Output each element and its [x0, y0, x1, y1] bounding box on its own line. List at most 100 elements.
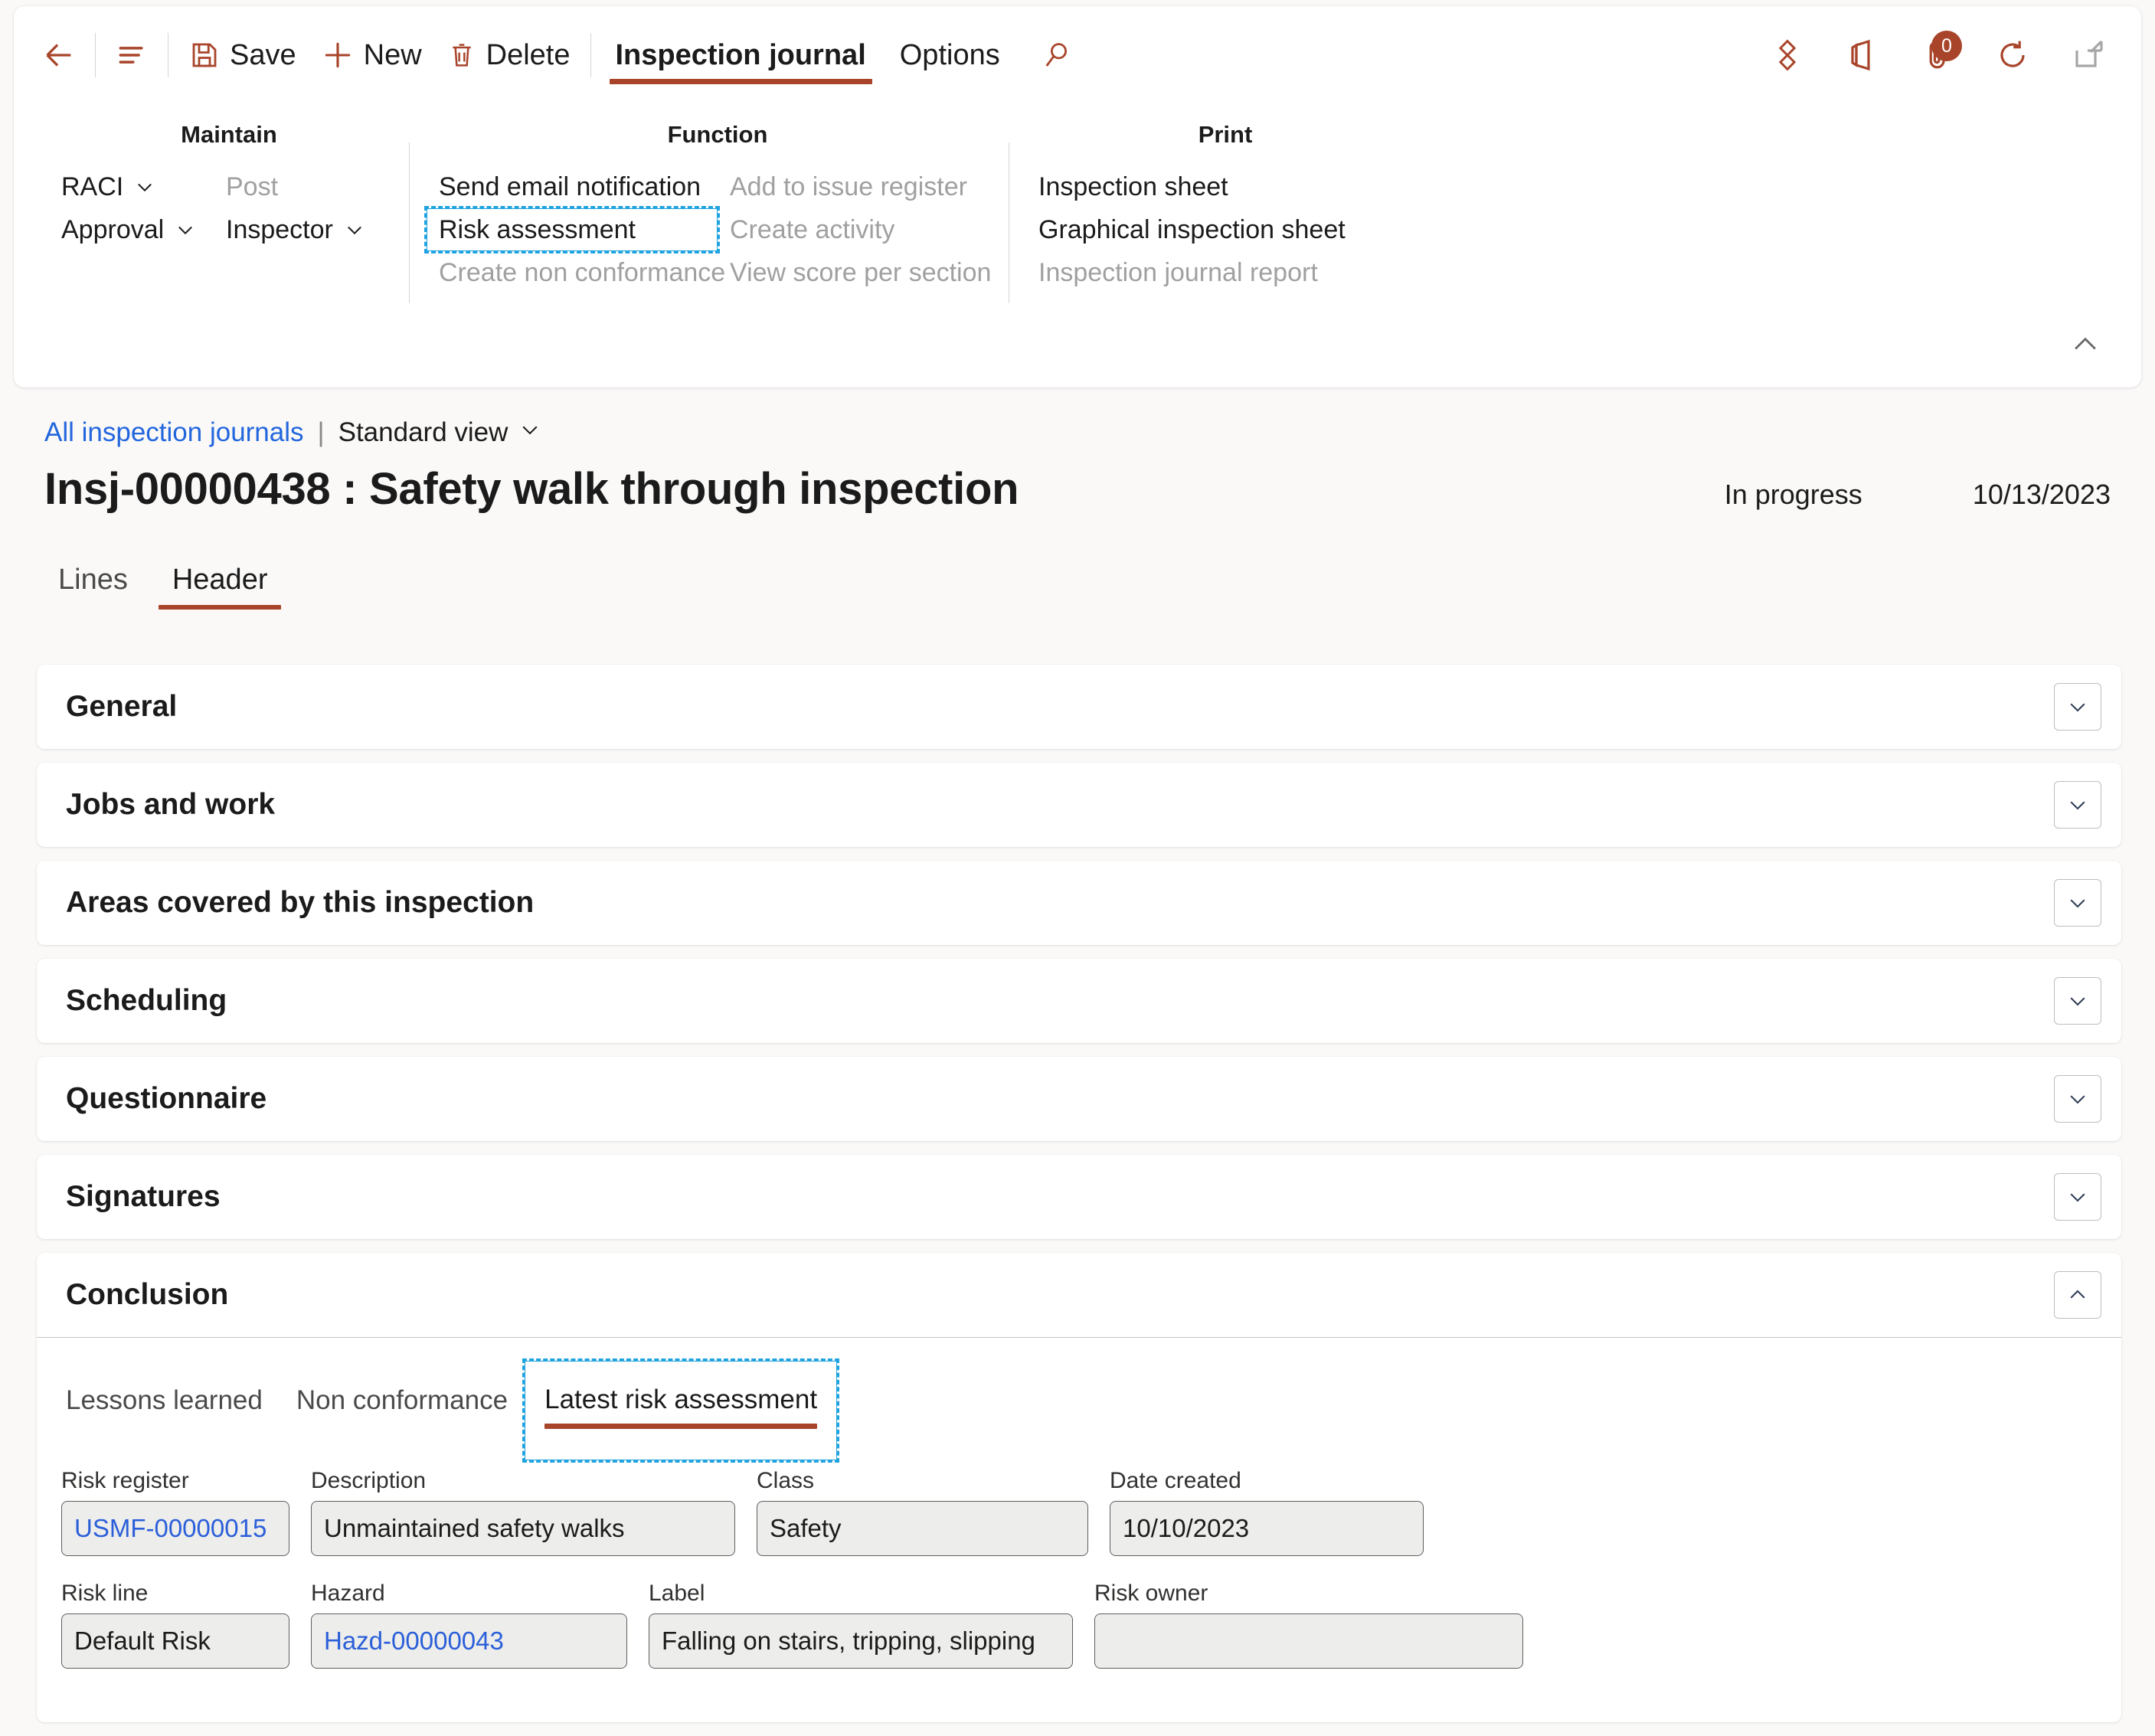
tab-lessons-learned[interactable]: Lessons learned: [49, 1375, 280, 1442]
ribbon-item-view-score-per-section-label: View score per section: [730, 257, 992, 287]
section-general: General: [37, 665, 2121, 749]
status-badge: In progress: [1724, 479, 1862, 510]
section-signatures-header[interactable]: Signatures: [37, 1155, 2121, 1239]
ribbon-item-inspector-label: Inspector: [226, 214, 333, 244]
page-tabs: Lines Header: [44, 559, 282, 613]
ribbon-item-risk-assessment[interactable]: Risk assessment: [424, 206, 720, 253]
relationships-icon[interactable]: [1758, 26, 1817, 84]
tab-lines[interactable]: Lines: [44, 559, 142, 613]
view-selector[interactable]: Standard view: [338, 417, 542, 448]
field-risk-line: Risk line Default Risk: [61, 1581, 289, 1669]
section-questionnaire-title: Questionnaire: [66, 1082, 267, 1115]
ribbon-item-graphical-inspection-sheet[interactable]: Graphical inspection sheet: [1026, 208, 1409, 251]
chevron-down-icon[interactable]: [2054, 1075, 2101, 1123]
field-hazard-label: Hazard: [311, 1581, 385, 1606]
open-in-new-window-icon[interactable]: [2059, 26, 2117, 84]
section-jobs-and-work-header[interactable]: Jobs and work: [37, 763, 2121, 847]
tab-non-conformance[interactable]: Non conformance: [280, 1375, 525, 1442]
section-scheduling-header[interactable]: Scheduling: [37, 959, 2121, 1043]
ribbon-groups: Maintain RACI Approval Post Inspector Fu…: [14, 121, 2141, 335]
risk-register-input[interactable]: USMF-00000015: [61, 1501, 289, 1556]
chevron-down-icon[interactable]: [2054, 683, 2101, 731]
section-signatures-title: Signatures: [66, 1180, 221, 1213]
chevron-up-icon[interactable]: [2054, 1271, 2101, 1319]
ribbon-item-send-email-notification-label: Send email notification: [439, 172, 701, 201]
tab-latest-risk-assessment[interactable]: Latest risk assessment: [522, 1358, 840, 1463]
plus-icon: [321, 38, 355, 72]
chevron-down-icon: [518, 417, 541, 448]
field-row-2: Risk line Default Risk Hazard Hazd-00000…: [61, 1581, 2121, 1669]
ribbon-card: Save New Delete Inspection journal Optio…: [14, 6, 2141, 387]
hazard-input[interactable]: Hazd-00000043: [311, 1613, 627, 1669]
chevron-down-icon[interactable]: [2054, 781, 2101, 829]
risk-assessment-fields: Risk register USMF-00000015 Description …: [37, 1442, 2121, 1669]
section-questionnaire-header[interactable]: Questionnaire: [37, 1057, 2121, 1141]
field-risk-owner-label: Risk owner: [1094, 1581, 1208, 1606]
chevron-down-icon: [344, 219, 365, 240]
ribbon-item-approval[interactable]: Approval: [49, 208, 214, 251]
ribbon-item-send-email-notification[interactable]: Send email notification: [427, 165, 718, 208]
date-created-input[interactable]: 10/10/2023: [1110, 1501, 1424, 1556]
delete-label: Delete: [486, 38, 571, 71]
ribbon-item-post: Post: [214, 165, 405, 208]
back-arrow-icon[interactable]: [31, 27, 87, 83]
save-label: Save: [230, 38, 296, 71]
section-conclusion-title: Conclusion: [66, 1278, 229, 1311]
save-icon: [188, 39, 221, 71]
ribbon-item-inspection-journal-report: Inspection journal report: [1026, 251, 1409, 294]
collapse-ribbon-button[interactable]: [2060, 325, 2111, 368]
section-conclusion-header[interactable]: Conclusion: [37, 1253, 2121, 1337]
ribbon-item-add-to-issue-register-label: Add to issue register: [730, 172, 967, 201]
chevron-down-icon[interactable]: [2054, 977, 2101, 1025]
header-date: 10/13/2023: [1972, 479, 2111, 510]
field-hazard: Hazard Hazd-00000043: [311, 1581, 627, 1669]
ribbon-item-inspector[interactable]: Inspector: [214, 208, 405, 251]
delete-button[interactable]: Delete: [434, 27, 583, 83]
chevron-down-icon[interactable]: [2054, 1173, 2101, 1221]
risk-line-input[interactable]: Default Risk: [61, 1613, 289, 1669]
class-input[interactable]: Safety: [757, 1501, 1088, 1556]
field-label-label: Label: [649, 1581, 705, 1606]
field-date-created: Date created 10/10/2023: [1110, 1468, 1424, 1556]
section-general-header[interactable]: General: [37, 665, 2121, 749]
ribbon-item-post-label: Post: [226, 172, 279, 201]
section-areas-covered-header[interactable]: Areas covered by this inspection: [37, 861, 2121, 945]
tab-options[interactable]: Options: [883, 20, 1017, 90]
breadcrumb-parent-link[interactable]: All inspection journals: [44, 417, 304, 448]
ribbon-item-raci-label: RACI: [61, 172, 124, 201]
risk-owner-input[interactable]: [1094, 1613, 1523, 1669]
label-input[interactable]: Falling on stairs, tripping, slipping: [649, 1613, 1073, 1669]
refresh-icon[interactable]: [1983, 26, 2042, 84]
section-scheduling-title: Scheduling: [66, 984, 227, 1017]
new-button[interactable]: New: [309, 27, 434, 83]
section-conclusion: Conclusion Lessons learned Non conforman…: [37, 1253, 2121, 1722]
ribbon-item-raci[interactable]: RACI: [49, 165, 214, 208]
title-row: Insj-00000438 : Safety walk through insp…: [44, 463, 2111, 515]
field-class: Class Safety: [757, 1468, 1088, 1556]
breadcrumb-separator: |: [317, 417, 325, 447]
save-button[interactable]: Save: [176, 27, 309, 83]
tab-inspection-journal[interactable]: Inspection journal: [599, 20, 883, 90]
tab-header[interactable]: Header: [158, 559, 282, 613]
ribbon-item-approval-label: Approval: [61, 214, 165, 244]
ribbon-item-add-to-issue-register: Add to issue register: [718, 165, 1009, 208]
attachment-icon[interactable]: 0: [1908, 26, 1967, 84]
ribbon-item-create-non-conformance: Create non conformance: [427, 251, 725, 294]
section-jobs-and-work: Jobs and work: [37, 763, 2121, 847]
description-input[interactable]: Unmaintained safety walks: [311, 1501, 735, 1556]
ribbon-group-print-title: Print: [1198, 121, 1253, 148]
sections-list: General Jobs and work Areas covered by t…: [37, 665, 2121, 1736]
ribbon-item-inspection-sheet[interactable]: Inspection sheet: [1026, 165, 1409, 208]
office-icon[interactable]: [1833, 26, 1892, 84]
section-signatures: Signatures: [37, 1155, 2121, 1239]
show-hide-navigation-icon[interactable]: [103, 27, 160, 83]
ribbon-group-maintain-title: Maintain: [181, 121, 277, 148]
search-icon[interactable]: [1028, 27, 1084, 83]
section-jobs-and-work-title: Jobs and work: [66, 788, 276, 821]
section-areas-covered-title: Areas covered by this inspection: [66, 886, 535, 919]
ribbon-item-create-non-conformance-label: Create non conformance: [439, 257, 726, 287]
ribbon-item-inspection-journal-report-label: Inspection journal report: [1038, 257, 1318, 287]
chevron-down-icon[interactable]: [2054, 879, 2101, 927]
tab-header-label: Header: [172, 564, 268, 596]
command-bar: Save New Delete Inspection journal Optio…: [14, 6, 2141, 104]
